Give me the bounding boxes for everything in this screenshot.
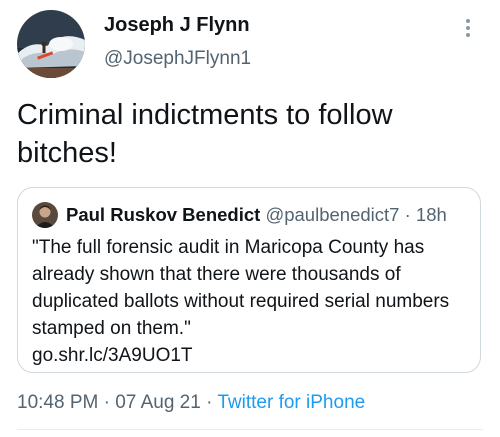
meta-separator: · [103, 392, 110, 413]
tweet-text: Criminal indictments to follow bitches! [17, 99, 393, 169]
more-vertical-icon[interactable] [458, 14, 478, 44]
quoted-time: 18h [415, 204, 447, 225]
author-avatar[interactable] [17, 10, 85, 78]
quoted-text-block: "The full forensic audit in Maricopa Cou… [32, 234, 472, 369]
quoted-header: Paul Ruskov Benedict @paulbenedict7 · 18… [66, 204, 447, 226]
surfer-wave-photo-icon [17, 10, 85, 78]
tweet-date[interactable]: 07 Aug 21 [115, 392, 201, 413]
meta-separator: · [206, 392, 213, 413]
quoted-author-avatar [32, 202, 58, 228]
tweet-meta: 10:48 PM · 07 Aug 21 · Twitter for iPhon… [17, 392, 365, 414]
author-handle[interactable]: @JosephJFlynn1 [104, 48, 251, 70]
quoted-tweet-card[interactable]: Paul Ruskov Benedict @paulbenedict7 · 18… [17, 187, 481, 373]
tweet-time[interactable]: 10:48 PM [17, 392, 98, 413]
quoted-separator: · [404, 204, 411, 225]
divider [17, 429, 483, 430]
author-name[interactable]: Joseph J Flynn [104, 14, 250, 37]
quoted-link[interactable]: go.shr.lc/3A9UO1T [32, 342, 472, 369]
quoted-author-handle: @paulbenedict7 [265, 204, 400, 225]
quoted-author-name: Paul Ruskov Benedict [66, 204, 261, 225]
person-photo-icon [32, 202, 58, 228]
tweet-source-link[interactable]: Twitter for iPhone [217, 392, 365, 413]
quoted-text: "The full forensic audit in Maricopa Cou… [32, 237, 450, 339]
